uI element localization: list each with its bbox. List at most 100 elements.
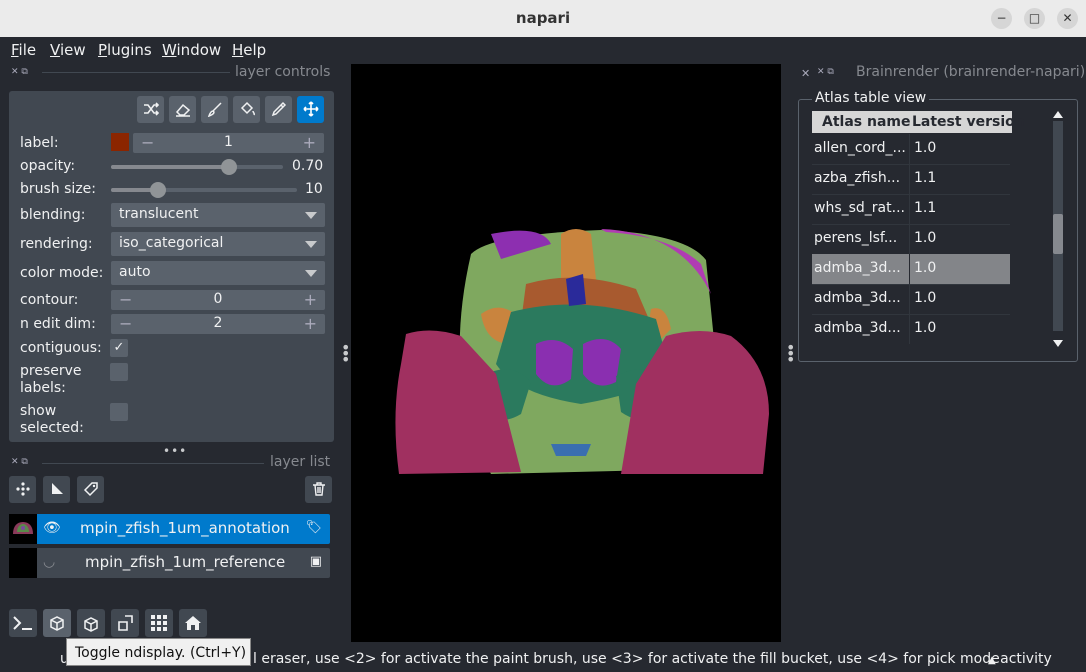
new-shapes-layer-button[interactable] bbox=[43, 476, 70, 503]
n-edit-dim-value: 2 bbox=[213, 315, 223, 331]
scroll-up-icon[interactable] bbox=[1053, 111, 1063, 118]
table-row[interactable]: allen_cord_... 1.0 bbox=[812, 134, 1010, 165]
menu-plugins[interactable]: Plugins bbox=[98, 41, 152, 59]
contiguous-checkbox[interactable]: ✓ bbox=[110, 339, 128, 357]
fill-bucket-icon[interactable] bbox=[233, 96, 260, 123]
caret-up-icon: ▲ bbox=[988, 655, 996, 666]
cell-atlas-name: admba_3d... bbox=[814, 320, 901, 336]
increment-icon[interactable]: + bbox=[303, 133, 316, 153]
scroll-thumb[interactable] bbox=[1053, 214, 1063, 254]
opacity-slider-thumb[interactable] bbox=[221, 159, 237, 175]
menu-view[interactable]: View bbox=[50, 41, 86, 59]
label-color-swatch[interactable] bbox=[111, 133, 129, 151]
color-mode-value: auto bbox=[119, 264, 151, 280]
show-selected-label-2: selected: bbox=[20, 420, 84, 436]
column-latest-version[interactable]: Latest version bbox=[912, 114, 1025, 130]
shuffle-icon[interactable] bbox=[137, 96, 164, 123]
float-icon[interactable]: ✕ ⧉ bbox=[11, 67, 28, 77]
eye-hidden-icon[interactable]: ◡ bbox=[43, 554, 55, 570]
splitter-handle-right[interactable]: • • • bbox=[786, 340, 795, 368]
new-points-layer-button[interactable] bbox=[9, 476, 36, 503]
close-button[interactable]: ✕ bbox=[1057, 8, 1078, 29]
layer-list-title: layer list bbox=[270, 454, 331, 470]
table-row-selected[interactable]: admba_3d... 1.0 bbox=[812, 254, 1010, 285]
opacity-slider-fill bbox=[111, 165, 232, 169]
window-title: napari bbox=[515, 9, 571, 27]
menu-file[interactable]: File bbox=[11, 41, 36, 59]
layer-controls-panel: label: − 1 + opacity: 0.70 brush size: 1… bbox=[9, 91, 334, 442]
blending-select[interactable]: translucent bbox=[111, 203, 325, 227]
image-layer-icon: ▣ bbox=[309, 554, 322, 569]
close-dock-icon[interactable]: ✕ bbox=[801, 67, 810, 80]
cell-atlas-name: admba_3d... bbox=[814, 260, 901, 276]
console-button[interactable] bbox=[9, 609, 37, 637]
table-row[interactable]: perens_lsf... 1.0 bbox=[812, 224, 1010, 255]
table-row[interactable]: azba_zfish... 1.1 bbox=[812, 164, 1010, 195]
chevron-down-icon bbox=[305, 212, 317, 219]
preserve-labels-checkbox[interactable] bbox=[110, 363, 128, 381]
roll-dims-button[interactable] bbox=[77, 609, 105, 637]
maximize-button[interactable]: □ bbox=[1024, 8, 1045, 29]
cell-divider bbox=[909, 194, 910, 224]
cell-divider bbox=[909, 134, 910, 164]
splitter-handle-left[interactable]: • • • bbox=[341, 340, 350, 368]
splitter-handle[interactable]: ••• bbox=[163, 444, 187, 458]
menu-help[interactable]: Help bbox=[232, 41, 266, 59]
table-scrollbar[interactable] bbox=[1052, 111, 1064, 351]
ndisplay-toggle-button[interactable] bbox=[43, 609, 71, 637]
column-atlas-name[interactable]: Atlas name bbox=[822, 114, 910, 130]
minimize-button[interactable]: − bbox=[991, 8, 1012, 29]
brush-icon[interactable] bbox=[201, 96, 228, 123]
layer-row-annotation[interactable]: 👁 mpin_zfish_1um_annotation 🏷 bbox=[9, 514, 330, 544]
float-icon[interactable]: ✕ ⧉ bbox=[817, 67, 834, 77]
table-row[interactable]: admba_3d... 1.0 bbox=[812, 284, 1010, 315]
contour-stepper[interactable]: − 0 + bbox=[111, 290, 325, 310]
activity-label: activity bbox=[1000, 651, 1052, 667]
increment-icon[interactable]: + bbox=[304, 314, 317, 334]
cell-atlas-name: admba_3d... bbox=[814, 290, 901, 306]
float-icon[interactable]: ✕ ⧉ bbox=[11, 457, 28, 467]
table-row[interactable]: admba_3d... 1.0 bbox=[812, 314, 1010, 344]
plugin-title: Brainrender (brainrender-napari) bbox=[856, 64, 1086, 80]
table-row[interactable]: whs_sd_rat... 1.1 bbox=[812, 194, 1010, 225]
cell-version: 1.0 bbox=[914, 140, 937, 156]
rendering-label: rendering: bbox=[20, 236, 93, 252]
increment-icon[interactable]: + bbox=[304, 290, 317, 310]
home-button[interactable] bbox=[179, 609, 207, 637]
atlas-table-title: Atlas table view bbox=[812, 90, 930, 106]
cell-version: 1.0 bbox=[914, 260, 937, 276]
rendering-select[interactable]: iso_categorical bbox=[111, 232, 325, 256]
activity-button[interactable]: ▲ activity bbox=[988, 651, 1052, 667]
contiguous-label: contiguous: bbox=[20, 340, 102, 356]
scroll-down-icon[interactable] bbox=[1053, 340, 1063, 347]
cell-atlas-name: whs_sd_rat... bbox=[814, 200, 905, 216]
new-labels-layer-button[interactable] bbox=[77, 476, 104, 503]
grid-view-button[interactable] bbox=[145, 609, 173, 637]
brush-size-slider-thumb[interactable] bbox=[150, 182, 166, 198]
picker-icon[interactable] bbox=[265, 96, 292, 123]
n-edit-dim-stepper[interactable]: − 2 + bbox=[111, 314, 325, 334]
rendering-value: iso_categorical bbox=[119, 235, 224, 251]
cell-divider bbox=[909, 254, 910, 284]
brush-size-slider[interactable] bbox=[111, 182, 297, 198]
blending-label: blending: bbox=[20, 207, 86, 223]
cell-atlas-name: azba_zfish... bbox=[814, 170, 901, 186]
eraser-icon[interactable] bbox=[169, 96, 196, 123]
layer-name: mpin_zfish_1um_reference bbox=[85, 553, 286, 571]
delete-layer-button[interactable] bbox=[305, 476, 332, 503]
blending-value: translucent bbox=[119, 206, 199, 222]
cell-version: 1.0 bbox=[914, 290, 937, 306]
color-mode-select[interactable]: auto bbox=[111, 261, 325, 285]
cell-atlas-name: perens_lsf... bbox=[814, 230, 898, 246]
eye-icon[interactable]: 👁 bbox=[43, 520, 61, 536]
show-selected-checkbox[interactable] bbox=[110, 403, 128, 421]
label-stepper[interactable]: − 1 + bbox=[133, 133, 324, 153]
contour-value: 0 bbox=[213, 291, 223, 307]
menu-window[interactable]: Window bbox=[162, 41, 221, 59]
layer-row-reference[interactable]: ◡ mpin_zfish_1um_reference ▣ bbox=[9, 548, 330, 578]
opacity-slider[interactable] bbox=[111, 159, 283, 175]
transpose-dims-button[interactable] bbox=[111, 609, 139, 637]
pan-zoom-icon[interactable] bbox=[297, 96, 324, 123]
viewer-canvas[interactable] bbox=[351, 64, 781, 642]
cell-version: 1.0 bbox=[914, 230, 937, 246]
